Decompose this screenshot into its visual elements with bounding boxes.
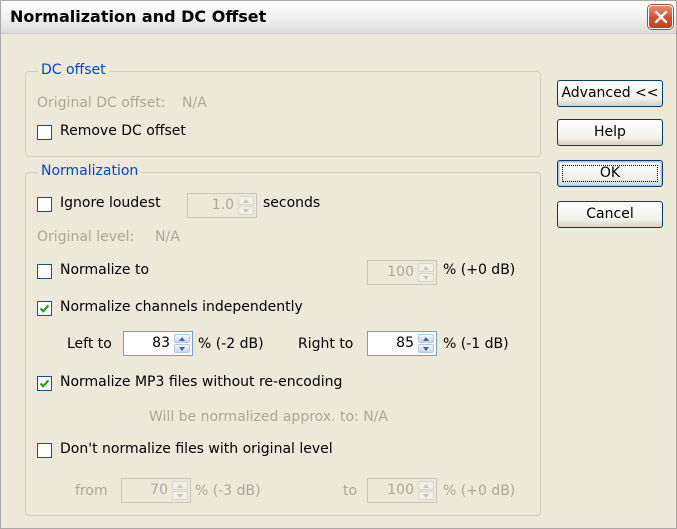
spin-down-icon[interactable] [238, 206, 254, 215]
from-label: from [75, 483, 108, 499]
original-dc-offset-value: N/A [182, 95, 207, 111]
left-to-value: 83 [152, 335, 170, 351]
to-value: 100 [387, 482, 414, 498]
spin-up-icon[interactable] [418, 263, 434, 272]
original-dc-offset-label: Original DC offset: [37, 95, 166, 111]
to-label: to [343, 483, 358, 499]
help-button[interactable]: Help [557, 119, 663, 146]
spinner-arrows[interactable] [418, 481, 434, 500]
ignore-loudest-checkbox[interactable] [37, 197, 52, 212]
spin-up-icon[interactable] [418, 334, 434, 343]
dc-offset-group [25, 71, 541, 157]
normalize-mp3-checkbox[interactable] [37, 376, 52, 391]
spinner-arrows[interactable] [172, 481, 188, 500]
normalization-legend: Normalization [38, 163, 142, 179]
title-bar[interactable]: Normalization and DC Offset [1, 1, 676, 34]
spin-down-icon[interactable] [172, 491, 188, 500]
normalize-mp3-label[interactable]: Normalize MP3 files without re-encoding [60, 374, 342, 390]
ignore-loudest-value: 1.0 [211, 197, 234, 213]
original-level-value: N/A [155, 229, 180, 245]
right-to-unit: % (-1 dB) [443, 336, 509, 352]
spin-down-icon[interactable] [418, 491, 434, 500]
checkmark-icon [39, 379, 50, 388]
left-to-label: Left to [67, 336, 112, 352]
normalize-to-unit: % (+0 dB) [443, 262, 516, 278]
focus-rectangle [562, 165, 658, 182]
ignore-loudest-unit: seconds [263, 195, 321, 211]
cancel-button[interactable]: Cancel [557, 201, 663, 228]
spin-up-icon[interactable] [238, 196, 254, 205]
spin-down-icon[interactable] [174, 344, 190, 353]
left-to-spinner[interactable]: 83 [123, 331, 193, 356]
to-spinner[interactable]: 100 [367, 478, 437, 503]
advanced-button[interactable]: Advanced << [557, 80, 663, 107]
normalize-independently-checkbox[interactable] [37, 301, 52, 316]
window-title: Normalization and DC Offset [10, 7, 267, 26]
normalize-to-checkbox[interactable] [37, 264, 52, 279]
to-unit: % (+0 dB) [443, 483, 516, 499]
dont-normalize-label[interactable]: Don't normalize files with original leve… [60, 441, 333, 457]
normalize-to-value: 100 [387, 264, 414, 280]
spinner-arrows[interactable] [174, 334, 190, 353]
spin-down-icon[interactable] [418, 273, 434, 282]
dont-normalize-checkbox[interactable] [37, 443, 52, 458]
spinner-arrows[interactable] [418, 334, 434, 353]
original-level-label: Original level: [37, 229, 135, 245]
spin-down-icon[interactable] [418, 344, 434, 353]
ignore-loudest-spinner[interactable]: 1.0 [187, 193, 257, 218]
mp3-normalized-note: Will be normalized approx. to: N/A [149, 409, 388, 425]
from-value: 70 [150, 482, 168, 498]
spin-up-icon[interactable] [172, 481, 188, 490]
spinner-arrows[interactable] [238, 196, 254, 215]
spin-up-icon[interactable] [418, 481, 434, 490]
spin-up-icon[interactable] [174, 334, 190, 343]
left-to-unit: % (-2 dB) [198, 336, 264, 352]
remove-dc-offset-label[interactable]: Remove DC offset [60, 123, 186, 139]
dc-offset-legend: DC offset [38, 62, 109, 78]
spinner-arrows[interactable] [418, 263, 434, 282]
dialog-window: Normalization and DC Offset DC offset Or… [0, 0, 677, 529]
right-to-label: Right to [298, 336, 354, 352]
close-icon [654, 10, 668, 24]
normalize-to-label[interactable]: Normalize to [60, 262, 149, 278]
ignore-loudest-label[interactable]: Ignore loudest [60, 195, 161, 211]
remove-dc-offset-checkbox[interactable] [37, 125, 52, 140]
ok-button[interactable]: OK [557, 160, 663, 187]
checkmark-icon [39, 304, 50, 313]
normalize-to-spinner[interactable]: 100 [367, 260, 437, 285]
close-button[interactable] [648, 5, 673, 29]
right-to-value: 85 [396, 335, 414, 351]
from-unit: % (-3 dB) [195, 483, 261, 499]
from-spinner[interactable]: 70 [121, 478, 191, 503]
right-to-spinner[interactable]: 85 [367, 331, 437, 356]
normalize-independently-label[interactable]: Normalize channels independently [60, 299, 303, 315]
